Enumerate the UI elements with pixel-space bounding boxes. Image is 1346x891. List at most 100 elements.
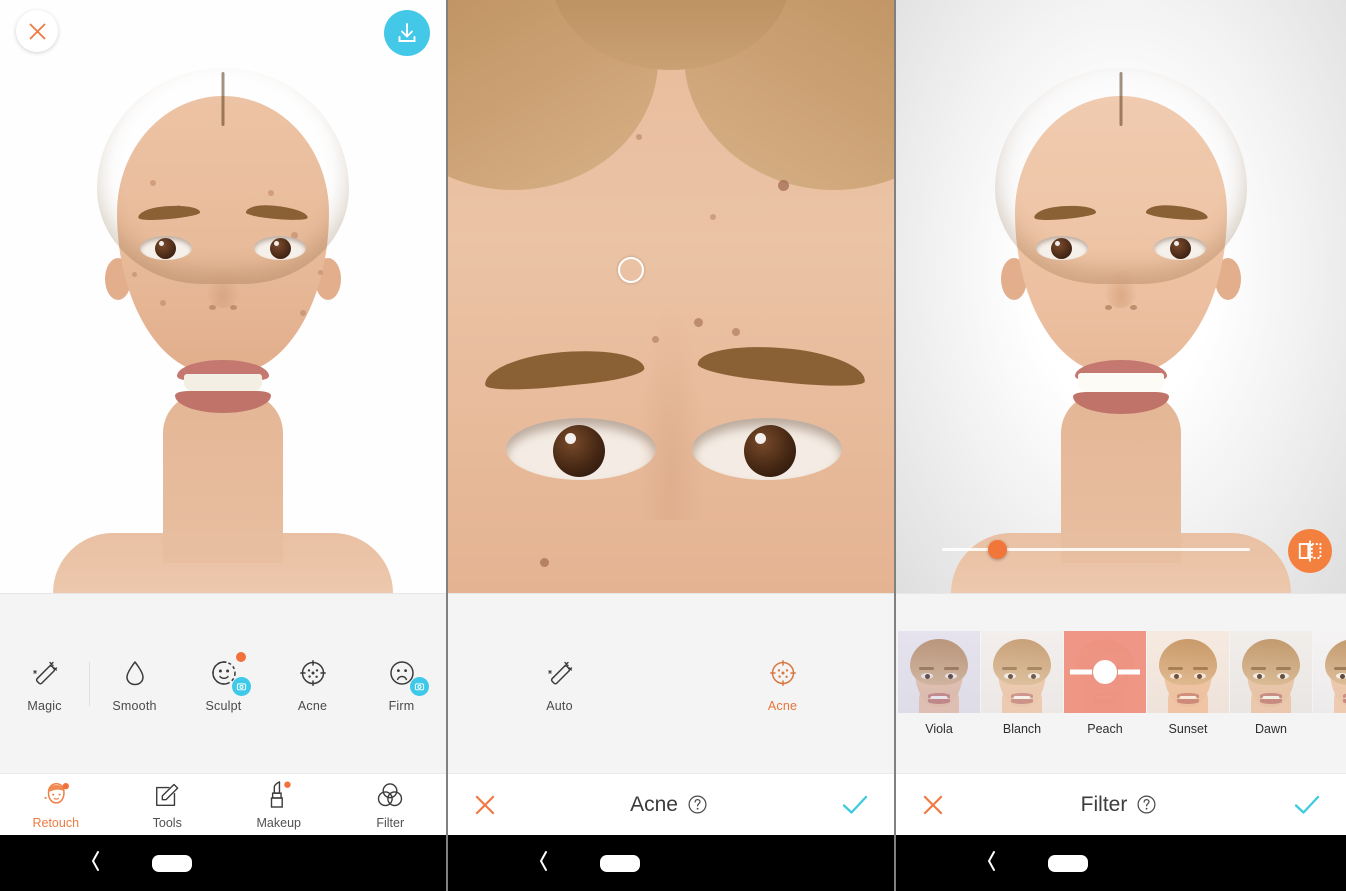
filter-tint-overlay xyxy=(898,631,980,713)
face-firm-icon xyxy=(383,654,429,696)
android-nav-bar xyxy=(448,835,894,891)
filter-label: Viola xyxy=(925,722,953,736)
camera-badge-icon xyxy=(414,683,424,691)
retouch-tool-strip: Magic Smooth Sculpt Acne Firm xyxy=(0,593,446,773)
ai-badge xyxy=(409,677,429,696)
filter-action-bar: Filter xyxy=(896,773,1346,835)
filter-scroll-list[interactable]: Viola Blanch Peach Sunset Dawn xyxy=(896,631,1346,736)
photo-canvas-filtered[interactable] xyxy=(896,0,1346,593)
filter-item[interactable]: Blanch xyxy=(981,631,1063,736)
camera-badge-icon xyxy=(236,683,246,691)
filter-item[interactable]: S xyxy=(1313,631,1346,736)
color-circles-icon xyxy=(373,779,407,811)
page-title: Acne xyxy=(630,792,678,816)
filter-thumbnail[interactable] xyxy=(981,631,1063,713)
filter-tint-overlay xyxy=(981,631,1063,713)
filter-label: Sunset xyxy=(1168,722,1208,736)
acne-target-icon xyxy=(294,654,332,692)
tool-label: Smooth xyxy=(112,699,157,713)
bottom-tab-bar: Retouch Tools Makeup Filter xyxy=(0,773,446,835)
filter-item[interactable]: Peach xyxy=(1064,631,1146,736)
check-icon xyxy=(842,795,868,814)
tool-firm[interactable]: Firm xyxy=(357,654,446,713)
filter-item[interactable]: Sunset xyxy=(1147,631,1229,736)
home-pill-icon[interactable] xyxy=(600,854,640,872)
new-badge-dot xyxy=(235,652,246,662)
filter-label: Dawn xyxy=(1255,722,1287,736)
acne-tool-strip: Auto Acne xyxy=(448,593,894,773)
page-title: Filter xyxy=(1080,792,1128,816)
help-circle-icon[interactable] xyxy=(687,794,708,815)
download-icon xyxy=(398,23,416,42)
tool-auto[interactable]: Auto xyxy=(448,654,671,713)
filter-slider-bar-right xyxy=(1118,669,1140,675)
photo-canvas-zoomed[interactable] xyxy=(448,0,894,593)
close-icon xyxy=(29,23,45,39)
filter-slider-knob[interactable] xyxy=(1093,660,1117,684)
filter-item[interactable]: Dawn xyxy=(1230,631,1312,736)
cancel-button[interactable] xyxy=(920,792,946,818)
retouch-face-icon xyxy=(39,779,73,811)
save-download-button[interactable] xyxy=(384,10,430,56)
home-pill-icon[interactable] xyxy=(1048,854,1088,872)
android-nav-bar xyxy=(0,835,446,891)
confirm-button[interactable] xyxy=(1292,792,1322,818)
photo-canvas-original[interactable] xyxy=(0,0,446,593)
tool-label: Acne xyxy=(767,699,798,713)
editor-title-group: Filter xyxy=(1081,793,1158,817)
brush-cursor[interactable] xyxy=(618,257,644,283)
chevron-left-icon xyxy=(92,850,99,871)
filter-tint-overlay xyxy=(1230,631,1312,713)
panel-retouch-home: Magic Smooth Sculpt Acne Firm Retouch To… xyxy=(0,0,448,891)
filter-thumbnail[interactable] xyxy=(898,631,980,713)
tab-filter[interactable]: Filter xyxy=(335,779,447,830)
panel-acne-editor: Auto Acne Acne xyxy=(448,0,896,891)
tool-label: Magic xyxy=(27,699,62,713)
filter-thumbnail[interactable] xyxy=(1064,631,1146,713)
nav-back-button[interactable] xyxy=(984,849,998,878)
water-drop-icon xyxy=(116,654,154,692)
tab-makeup[interactable]: Makeup xyxy=(223,779,335,830)
tool-sculpt[interactable]: Sculpt xyxy=(179,652,268,713)
acne-target-icon xyxy=(764,654,802,692)
tool-magic[interactable]: Magic xyxy=(0,654,89,713)
magic-wand-icon xyxy=(26,654,64,692)
tool-smooth[interactable]: Smooth xyxy=(90,654,179,713)
nav-back-button[interactable] xyxy=(88,849,102,878)
nav-back-button[interactable] xyxy=(536,849,550,878)
close-icon xyxy=(923,795,943,814)
filter-thumbnail[interactable] xyxy=(1147,631,1229,713)
filter-thumbnail[interactable] xyxy=(1313,631,1346,713)
filter-tint-overlay xyxy=(1147,631,1229,713)
chevron-left-icon xyxy=(540,850,547,871)
slider-thumb[interactable] xyxy=(988,539,1008,559)
tool-acne-active[interactable]: Acne xyxy=(671,654,894,713)
help-circle-icon[interactable] xyxy=(1136,794,1157,815)
check-icon xyxy=(1294,795,1320,814)
magic-wand-icon xyxy=(541,654,579,692)
editor-title-group: Acne xyxy=(630,793,708,817)
filter-thumbnail[interactable] xyxy=(1230,631,1312,713)
cancel-button[interactable] xyxy=(472,792,498,818)
android-nav-bar xyxy=(896,835,1346,891)
filter-item[interactable]: Viola xyxy=(898,631,980,736)
tab-label: Retouch xyxy=(32,816,80,830)
tool-acne[interactable]: Acne xyxy=(268,654,357,713)
tab-label: Tools xyxy=(152,816,182,830)
confirm-button[interactable] xyxy=(840,792,870,818)
filter-intensity-slider[interactable] xyxy=(942,538,1250,560)
filter-label: Peach xyxy=(1087,722,1123,736)
close-icon xyxy=(475,795,495,814)
compare-before-after-icon xyxy=(1298,540,1322,562)
ai-badge xyxy=(231,677,251,696)
home-pill-icon[interactable] xyxy=(152,854,192,872)
close-button[interactable] xyxy=(16,10,58,52)
tool-label: Sculpt xyxy=(205,699,242,713)
tab-tools[interactable]: Tools xyxy=(112,779,224,830)
tab-retouch[interactable]: Retouch xyxy=(0,779,112,830)
compare-button[interactable] xyxy=(1288,529,1332,573)
pencil-square-icon xyxy=(150,779,184,811)
lipstick-icon xyxy=(262,779,296,811)
filter-strip[interactable]: Viola Blanch Peach Sunset Dawn xyxy=(896,593,1346,773)
tool-label: Auto xyxy=(546,699,573,713)
